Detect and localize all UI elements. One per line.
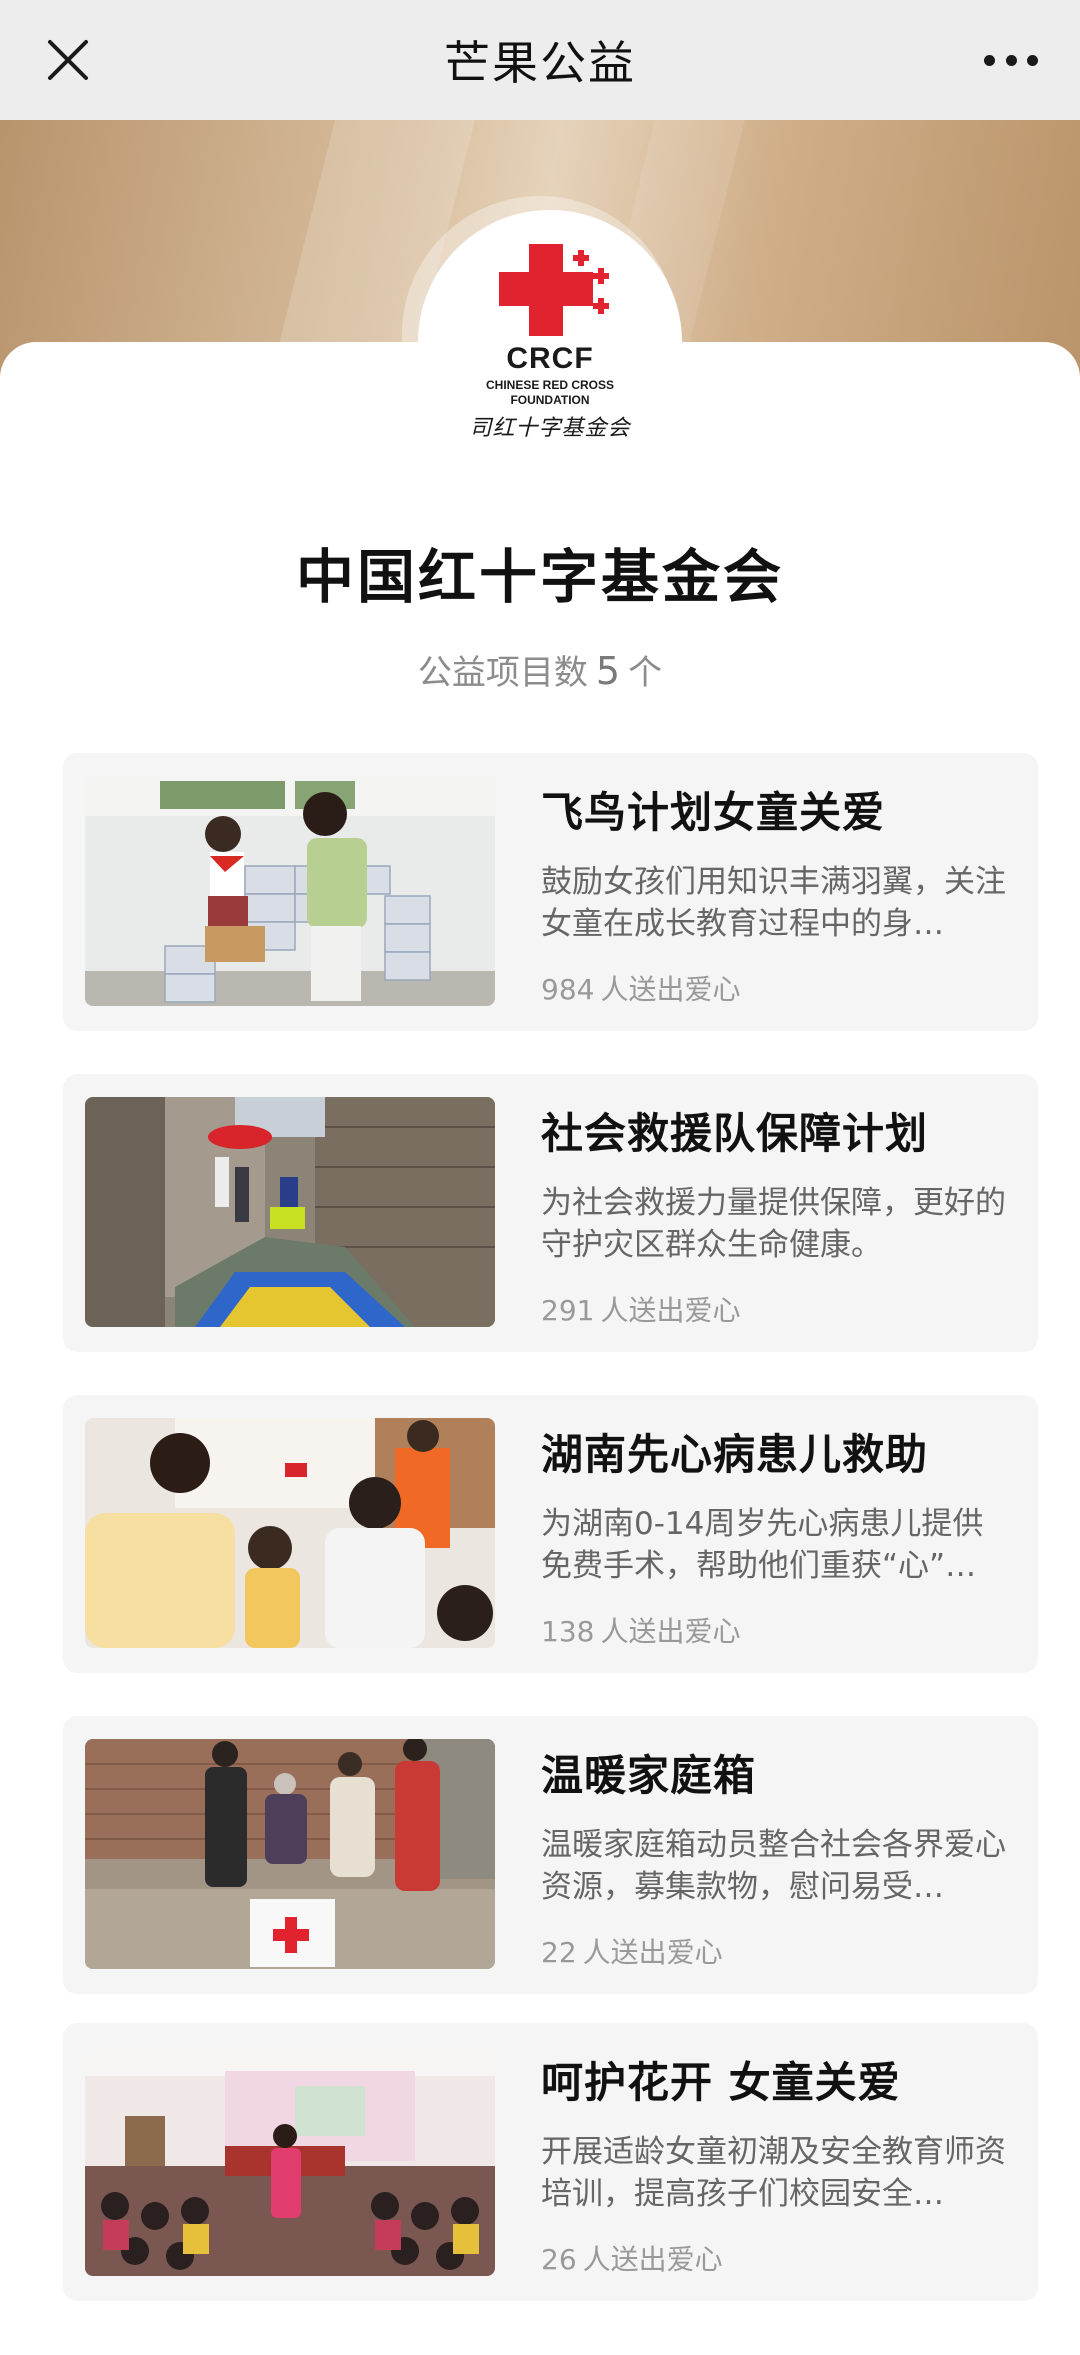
- project-description: 温暖家庭箱动员整合社会各界爱心资源，募集款物，慰问易受…: [541, 1827, 1006, 1905]
- project-title: 社会救援队保障计划: [541, 1109, 929, 1158]
- logo-english-line-2: FOUNDATION: [510, 393, 590, 407]
- project-card[interactable]: 温暖家庭箱 温暖家庭箱动员整合社会各界爱心资源，募集款物，慰问易受… 22 人送出…: [63, 1716, 1038, 1994]
- supporter-count: 22: [541, 1936, 577, 1969]
- project-title: 飞鸟计划女童关爱: [541, 788, 886, 837]
- project-title: 呵护花开 女童关爱: [541, 2058, 901, 2107]
- project-description: 为湖南0-14周岁先心病患儿提供免费手术，帮助他们重获“心”…: [541, 1506, 984, 1584]
- project-card[interactable]: 社会救援队保障计划 为社会救援力量提供保障，更好的守护灾区群众生命健康。 291…: [63, 1074, 1038, 1352]
- project-description: 鼓励女孩们用知识丰满羽翼，关注女童在成长教育过程中的身…: [541, 864, 1006, 942]
- logo-chinese-name: 司红十字基金会: [469, 416, 631, 441]
- project-supporters: 291 人送出爱心: [541, 1289, 740, 1329]
- project-thumbnail: [85, 1097, 495, 1327]
- supporter-count: 26: [541, 2243, 577, 2276]
- project-description: 为社会救援力量提供保障，更好的守护灾区群众生命健康。: [541, 1185, 1006, 1263]
- project-title: 湖南先心病患儿救助: [541, 1430, 929, 1479]
- project-description: 开展适龄女童初潮及安全教育师资培训，提高孩子们校园安全…: [541, 2134, 1006, 2212]
- supporter-label: 人送出爱心: [582, 2243, 723, 2276]
- project-title: 温暖家庭箱: [541, 1751, 757, 1800]
- project-thumbnail: [85, 776, 495, 1006]
- logo-english-name: CHINESE RED CROSS FOUNDATION: [486, 378, 614, 408]
- project-card[interactable]: 呵护花开 女童关爱 开展适龄女童初潮及安全教育师资培训，提高孩子们校园安全… 2…: [63, 2023, 1038, 2301]
- project-count: 公益项目数 5 个: [0, 645, 1080, 694]
- project-count-value: 5: [595, 649, 621, 693]
- supporter-label: 人送出爱心: [600, 1294, 741, 1327]
- project-thumbnail: [85, 1739, 495, 1969]
- supporter-label: 人送出爱心: [600, 973, 741, 1006]
- page-title: 芒果公益: [444, 36, 636, 90]
- supporter-count: 984: [541, 973, 595, 1006]
- logo-abbreviation: CRCF: [506, 342, 594, 375]
- project-supporters: 26 人送出爱心: [541, 2238, 723, 2278]
- organization-name: 中国红十字基金会: [295, 543, 784, 611]
- project-card[interactable]: 湖南先心病患儿救助 为湖南0-14周岁先心病患儿提供免费手术，帮助他们重获“心”…: [63, 1395, 1038, 1673]
- top-navigation-bar: 芒果公益: [0, 0, 1080, 120]
- project-supporters: 984 人送出爱心: [541, 968, 740, 1008]
- more-dots-icon[interactable]: [984, 46, 1038, 74]
- project-count-unit: 个: [628, 653, 663, 693]
- supporter-label: 人送出爱心: [582, 1936, 723, 1969]
- project-card[interactable]: 飞鸟计划女童关爱 鼓励女孩们用知识丰满羽翼，关注女童在成长教育过程中的身… 98…: [63, 753, 1038, 1031]
- supporter-count: 138: [541, 1615, 595, 1648]
- project-thumbnail: [85, 1418, 495, 1648]
- project-count-label: 公益项目数: [417, 653, 588, 693]
- project-supporters: 138 人送出爱心: [541, 1610, 740, 1650]
- project-supporters: 22 人送出爱心: [541, 1931, 723, 1971]
- supporter-count: 291: [541, 1294, 595, 1327]
- red-cross-icon: [485, 244, 615, 340]
- close-icon[interactable]: [44, 36, 92, 84]
- organization-logo: CRCF CHINESE RED CROSS FOUNDATION 司红十字基金…: [418, 210, 682, 474]
- logo-english-line-1: CHINESE RED CROSS: [485, 378, 615, 392]
- supporter-label: 人送出爱心: [600, 1615, 741, 1648]
- project-thumbnail: [85, 2046, 495, 2276]
